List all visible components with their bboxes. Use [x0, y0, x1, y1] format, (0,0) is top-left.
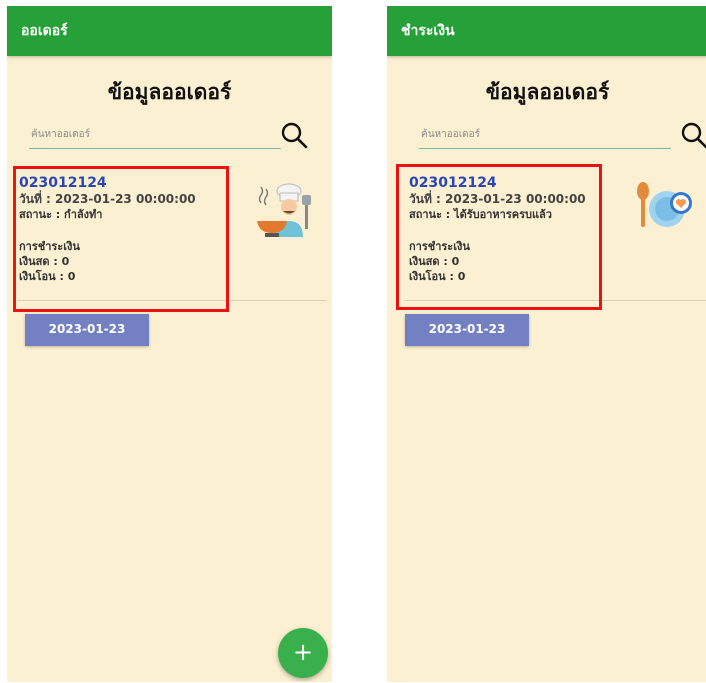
search-input[interactable] — [29, 120, 281, 149]
date-tab[interactable]: 2023-01-23 — [405, 314, 529, 346]
page-title: ข้อมูลออเดอร์ — [485, 80, 610, 104]
order-screen-right: ชำระเงิน ข้อมูลออเดอร์ 023012124 วันที่ … — [387, 6, 706, 682]
add-order-button[interactable]: + — [278, 628, 328, 678]
plate-spoon-heart-icon — [637, 182, 692, 227]
search-bar — [419, 120, 706, 150]
highlight-box — [396, 164, 602, 310]
date-tab[interactable]: 2023-01-23 — [25, 314, 149, 346]
search-icon[interactable] — [279, 120, 309, 150]
app-bar-title: ออเดอร์ — [7, 6, 332, 56]
chef-cooking-icon — [257, 183, 311, 237]
search-bar — [29, 120, 309, 150]
app-bar-title: ชำระเงิน — [387, 6, 706, 56]
highlight-box — [13, 166, 229, 312]
order-screen-left: ออเดอร์ ข้อมูลออเดอร์ 023012124 วันที่ :… — [7, 6, 332, 682]
page-title: ข้อมูลออเดอร์ — [107, 80, 232, 104]
search-icon[interactable] — [679, 120, 706, 150]
search-input[interactable] — [419, 120, 671, 149]
